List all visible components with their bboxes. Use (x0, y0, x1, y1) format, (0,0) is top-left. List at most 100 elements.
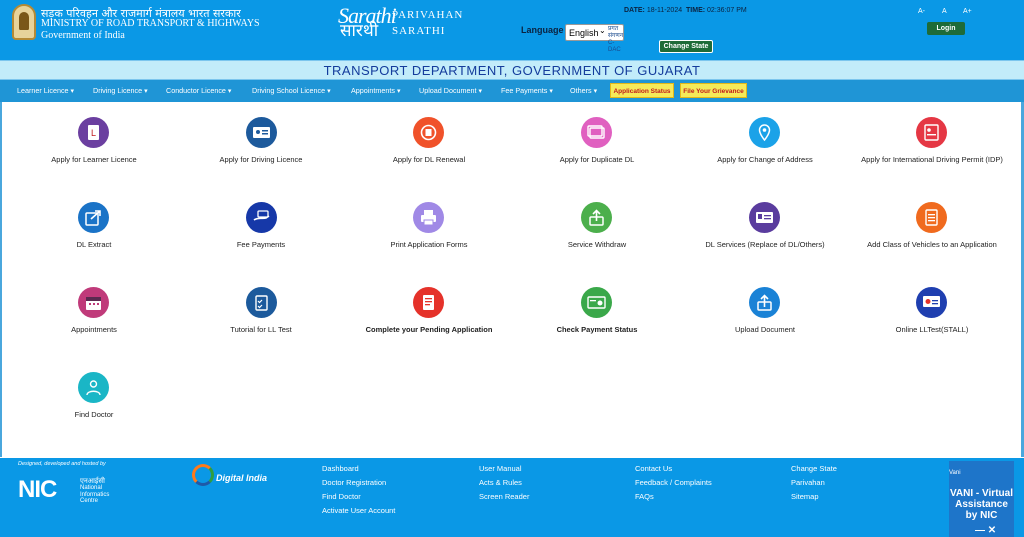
service-tile[interactable]: Apply for DL Renewal (344, 102, 514, 165)
address-pin-icon[interactable] (749, 117, 780, 148)
footer-link-screen-reader[interactable]: Screen Reader (479, 492, 529, 501)
footer-link-activate-user[interactable]: Activate User Account (322, 506, 395, 515)
language-select[interactable]: English ⌄ प्रगत संगणन C-DAC (565, 24, 624, 53)
service-tile[interactable]: Find Doctor (9, 357, 179, 420)
doctor-icon[interactable] (78, 372, 109, 403)
service-tile-label[interactable]: Apply for Driving Licence (176, 154, 346, 165)
clipboard-checklist-icon[interactable] (246, 287, 277, 318)
service-tile-label[interactable]: Upload Document (680, 324, 850, 335)
application-status-button[interactable]: Application Status (610, 83, 674, 98)
service-tile[interactable]: Appointments (9, 272, 179, 335)
service-tile-label[interactable]: Add Class of Vehicles to an Application (847, 239, 1017, 250)
font-increase-button[interactable]: A+ (963, 8, 972, 15)
service-tile-label[interactable]: Check Payment Status (512, 324, 682, 335)
international-permit-icon[interactable] (916, 117, 947, 148)
share-export-icon[interactable] (78, 202, 109, 233)
nav-driving-school-licence[interactable]: Driving School Licence ▾ (252, 80, 331, 102)
service-tile-label[interactable]: Find Doctor (9, 409, 179, 420)
font-normal-button[interactable]: A (942, 8, 947, 15)
nav-others[interactable]: Others ▾ (570, 80, 597, 102)
service-tile-label[interactable]: Apply for Duplicate DL (512, 154, 682, 165)
service-tile-label[interactable]: Apply for Learner Licence (9, 154, 179, 165)
footer-link-acts-rules[interactable]: Acts & Rules (479, 478, 522, 487)
nav-upload-document[interactable]: Upload Document ▾ (419, 80, 482, 102)
footer-link-doctor-registration[interactable]: Doctor Registration (322, 478, 386, 487)
service-tile-label[interactable]: Apply for International Driving Permit (… (847, 154, 1017, 165)
service-tile[interactable]: Online LLTest(STALL) (847, 272, 1017, 335)
dl-services-card-icon[interactable] (749, 202, 780, 233)
service-tile[interactable]: Apply for Change of Address (680, 102, 850, 165)
service-tile[interactable]: Print Application Forms (344, 187, 514, 250)
digital-india-text: Digital India (216, 473, 268, 483)
service-tile[interactable]: Upload Document (680, 272, 850, 335)
logo-sarathi-caps: SARATHI (392, 25, 446, 37)
service-tile-label[interactable]: Online LLTest(STALL) (847, 324, 1017, 335)
service-tile[interactable]: Apply for Duplicate DL (512, 102, 682, 165)
vani-assistant-widget[interactable]: Vani VANI - Virtual Assistance by NIC — … (949, 461, 1014, 537)
state-title: TRANSPORT DEPARTMENT, GOVERNMENT OF GUJA… (323, 63, 701, 78)
login-button[interactable]: Login (927, 22, 965, 35)
vehicle-class-list-icon[interactable] (916, 202, 947, 233)
online-test-monitor-icon[interactable] (916, 287, 947, 318)
file-grievance-button[interactable]: File Your Grievance (680, 83, 747, 98)
dl-renewal-icon[interactable] (413, 117, 444, 148)
footer-link-parivahan[interactable]: Parivahan (791, 478, 825, 487)
government-of-india: Government of India (41, 30, 125, 41)
service-tile-label[interactable]: Complete your Pending Application (344, 324, 514, 335)
calendar-icon[interactable] (78, 287, 109, 318)
service-tile[interactable]: Service Withdraw (512, 187, 682, 250)
payment-hand-icon[interactable] (246, 202, 277, 233)
pending-form-icon[interactable] (413, 287, 444, 318)
vani-title: VANI - Virtual Assistance by NIC (950, 488, 1013, 521)
printer-icon[interactable] (413, 202, 444, 233)
service-tile[interactable]: Fee Payments (176, 187, 346, 250)
service-tile[interactable]: Check Payment Status (512, 272, 682, 335)
footer-link-feedback[interactable]: Feedback / Complaints (635, 478, 712, 487)
footer-link-find-doctor[interactable]: Find Doctor (322, 492, 361, 501)
learner-licence-icon[interactable]: L (78, 117, 109, 148)
service-tile[interactable]: Tutorial for LL Test (176, 272, 346, 335)
nav-driving-licence[interactable]: Driving Licence ▾ (93, 80, 148, 102)
service-tile-label[interactable]: Apply for DL Renewal (344, 154, 514, 165)
footer-link-change-state[interactable]: Change State (791, 464, 837, 473)
service-tile-label[interactable]: Apply for Change of Address (680, 154, 850, 165)
service-tile-label[interactable]: Fee Payments (176, 239, 346, 250)
service-tile-label[interactable]: Tutorial for LL Test (176, 324, 346, 335)
service-tile-label[interactable]: DL Extract (9, 239, 179, 250)
duplicate-dl-icon[interactable] (581, 117, 612, 148)
footer-link-sitemap[interactable]: Sitemap (791, 492, 819, 501)
service-tile[interactable]: Apply for Driving Licence (176, 102, 346, 165)
nic-line: Centre (80, 498, 99, 504)
payment-status-icon[interactable] (581, 287, 612, 318)
nav-appointments[interactable]: Appointments ▾ (351, 80, 401, 102)
logo-parivahan: PARIVAHAN (392, 9, 464, 21)
service-tile-label[interactable]: Service Withdraw (512, 239, 682, 250)
date-value: 18-11-2024 (646, 7, 683, 14)
service-tile[interactable]: Apply for International Driving Permit (… (847, 102, 1017, 165)
change-state-button[interactable]: Change State (659, 40, 713, 53)
service-tile[interactable]: DL Services (Replace of DL/Others) (680, 187, 850, 250)
service-tile-label[interactable]: Print Application Forms (344, 239, 514, 250)
service-tile-label[interactable]: DL Services (Replace of DL/Others) (680, 239, 850, 250)
service-tile[interactable]: DL Extract (9, 187, 179, 250)
footer-link-faqs[interactable]: FAQs (635, 492, 654, 501)
digital-india-logo-icon (192, 464, 214, 486)
nav-learner-licence[interactable]: Learner Licence ▾ (17, 80, 74, 102)
footer-link-contact-us[interactable]: Contact Us (635, 464, 672, 473)
font-decrease-button[interactable]: A- (918, 8, 925, 15)
footer-link-dashboard[interactable]: Dashboard (322, 464, 359, 473)
footer-link-user-manual[interactable]: User Manual (479, 464, 522, 473)
upload-document-icon[interactable] (749, 287, 780, 318)
date-time-display: DATE: 18-11-2024 TIME: 02:36:07 PM (624, 7, 747, 14)
vani-minimize-close-icon[interactable]: — ✕ (975, 525, 996, 536)
nav-conductor-licence[interactable]: Conductor Licence ▾ (166, 80, 232, 102)
service-tile[interactable]: Add Class of Vehicles to an Application (847, 187, 1017, 250)
site-footer: Designed, developed and hosted by NIC एन… (0, 458, 1024, 537)
service-tile[interactable]: L Apply for Learner Licence (9, 102, 179, 165)
time-value: 02:36:07 PM (707, 7, 747, 14)
service-tile[interactable]: Complete your Pending Application (344, 272, 514, 335)
service-tile-label[interactable]: Appointments (9, 324, 179, 335)
nav-fee-payments[interactable]: Fee Payments ▾ (501, 80, 553, 102)
driving-licence-card-icon[interactable] (246, 117, 277, 148)
withdraw-upload-icon[interactable] (581, 202, 612, 233)
